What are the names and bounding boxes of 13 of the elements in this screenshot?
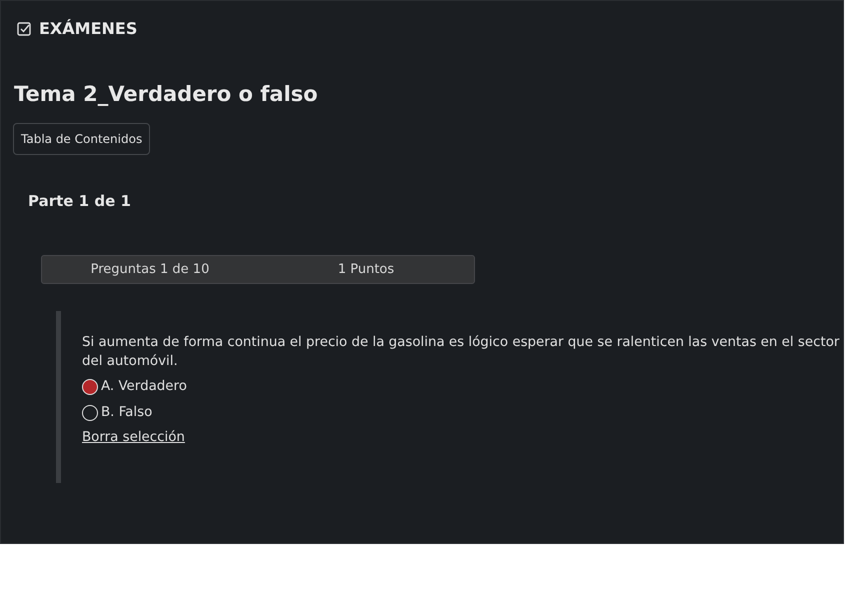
table-of-contents-button[interactable]: Tabla de Contenidos <box>13 122 150 154</box>
radio-button[interactable] <box>82 379 98 396</box>
section-title: EXÁMENES <box>39 18 138 40</box>
option-label[interactable]: B. Falso <box>101 403 152 424</box>
question-text: Si aumenta de forma continua el precio de la gasolina es lógico esperar que se ralenticen las ventas en el sector del automóvil. <box>82 334 840 371</box>
radio-button[interactable] <box>82 405 98 422</box>
part-label: Parte 1 de 1 <box>28 190 132 212</box>
points-label: 1 Puntos <box>336 260 396 279</box>
question-counter: Preguntas 1 de 10 <box>90 260 210 279</box>
option-label[interactable]: A. Verdadero <box>101 377 187 398</box>
clear-selection-link[interactable]: Borra selección <box>82 428 185 448</box>
checkbox-icon <box>17 22 31 36</box>
exam-title: Tema 2_Verdadero o falso <box>14 81 319 108</box>
